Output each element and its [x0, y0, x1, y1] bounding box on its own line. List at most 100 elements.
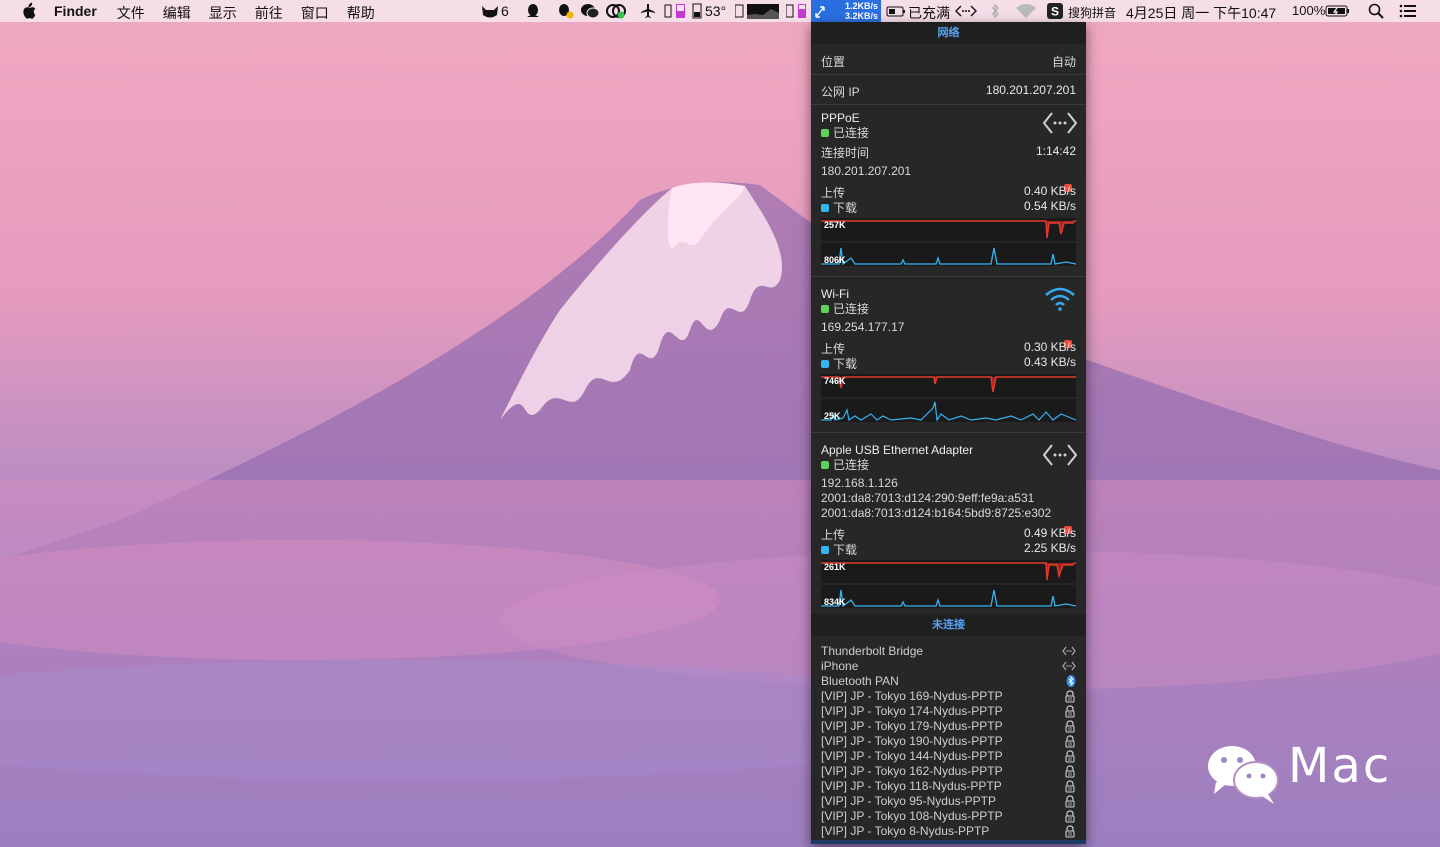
- download-row: 下载 0.43 KB/s: [821, 355, 1076, 372]
- disconnected-service-item[interactable]: [VIP] JP - Tokyo 95-Nydus-PPTP: [821, 794, 1076, 809]
- connected-dot: [821, 129, 829, 137]
- menu-file[interactable]: 文件: [117, 3, 145, 23]
- connection-time-row: 连接时间 1:14:42: [821, 144, 1076, 161]
- download-label: 下载: [833, 357, 858, 371]
- location-row[interactable]: 位置 自动: [821, 53, 1076, 70]
- download-value: 0.54 KB/s: [1023, 199, 1076, 213]
- upload-value: 0.30 KB/s: [1023, 340, 1076, 354]
- menu-bar: Finder 文件 编辑 显示 前往 窗口 帮助 6 53° 1.2KB/s 3…: [0, 0, 1440, 22]
- bluetooth-icon[interactable]: [990, 3, 1000, 19]
- graph-download-peak: 806K: [824, 255, 846, 265]
- battery-icon[interactable]: [1325, 3, 1351, 19]
- disconnected-service-item[interactable]: [VIP] JP - Tokyo 8-Nydus-PPTP: [821, 824, 1076, 839]
- disconnected-service-item[interactable]: Bluetooth PAN: [821, 674, 1076, 689]
- network-dropdown-panel: 网络 位置 自动 公网 IP 180.201.207.201 PPPoE 已连接…: [811, 22, 1086, 844]
- airplane-icon[interactable]: [640, 3, 656, 19]
- interface-ip: 169.254.177.17: [821, 320, 905, 334]
- cpu-memory-icon[interactable]: [664, 3, 688, 19]
- status-text: 已连接: [833, 126, 870, 140]
- battery-percent[interactable]: 100%: [1292, 3, 1325, 18]
- download-value: 2.25 KB/s: [1023, 541, 1076, 555]
- sync-app-icon[interactable]: [605, 3, 627, 19]
- graph-upload-peak: 257K: [824, 220, 846, 230]
- qq-message-icon[interactable]: [556, 3, 574, 19]
- disconnected-service-item[interactable]: [VIP] JP - Tokyo 144-Nydus-PPTP: [821, 749, 1076, 764]
- input-method-label[interactable]: 搜狗拼音: [1068, 4, 1116, 21]
- upload-value: 0.40 KB/s: [1023, 184, 1076, 198]
- service-name: [VIP] JP - Tokyo 95-Nydus-PPTP: [821, 794, 996, 808]
- cat-app-icon[interactable]: [480, 3, 500, 19]
- menu-window[interactable]: 窗口: [301, 3, 329, 23]
- service-name: [VIP] JP - Tokyo 144-Nydus-PPTP: [821, 749, 1003, 763]
- download-dot: [821, 204, 829, 212]
- interface-ip: 192.168.1.126: [821, 476, 898, 490]
- menu-view[interactable]: 显示: [209, 3, 237, 23]
- traffic-graph: 746K 25K: [821, 374, 1077, 422]
- ethernet-icon: [1043, 112, 1077, 134]
- wechat-icon[interactable]: [580, 3, 600, 19]
- service-name: Bluetooth PAN: [821, 674, 899, 688]
- network-arrows-icon: [815, 6, 825, 18]
- memory-bar-icon[interactable]: [786, 3, 808, 19]
- ethernet-icon: [1062, 660, 1076, 674]
- interface-status: 已连接: [821, 456, 1076, 473]
- divider: [811, 104, 1086, 105]
- wifi-icon: [1045, 287, 1075, 311]
- disconnected-service-item[interactable]: iPhone: [821, 659, 1076, 674]
- charge-status[interactable]: 已充满: [908, 3, 950, 23]
- cpu-temperature[interactable]: 53°: [705, 3, 726, 19]
- not-connected-title: 未连接: [811, 614, 1086, 636]
- service-name: [VIP] JP - Tokyo 169-Nydus-PPTP: [821, 689, 1003, 703]
- disconnected-service-item[interactable]: Thunderbolt Bridge: [821, 644, 1076, 659]
- download-row: 下载 2.25 KB/s: [821, 541, 1076, 558]
- download-value: 0.43 KB/s: [1023, 355, 1076, 369]
- location-label: 位置: [821, 55, 846, 69]
- clock[interactable]: 4月25日 周一 下午10:47: [1126, 3, 1276, 23]
- interface-ip: 180.201.207.201: [821, 164, 912, 178]
- menu-app-finder[interactable]: Finder: [54, 3, 97, 23]
- disconnected-service-item[interactable]: [VIP] JP - Tokyo 162-Nydus-PPTP: [821, 764, 1076, 779]
- status-text: 已连接: [833, 458, 870, 472]
- cpu-graph-icon[interactable]: [735, 3, 779, 19]
- graph-upload-peak: 261K: [824, 562, 846, 572]
- connected-dot: [821, 461, 829, 469]
- power-battery-icon[interactable]: [886, 3, 906, 19]
- wifi-icon[interactable]: [1015, 3, 1037, 19]
- network-speed-readout: 1.2KB/s 3.2KB/s: [836, 1, 878, 21]
- service-name: Thunderbolt Bridge: [821, 644, 924, 658]
- apple-menu-icon[interactable]: [20, 2, 36, 20]
- public-ip-row[interactable]: 公网 IP 180.201.207.201: [821, 83, 1076, 100]
- interface-name: Wi-Fi: [821, 287, 849, 301]
- service-name: [VIP] JP - Tokyo 118-Nydus-PPTP: [821, 779, 1002, 793]
- watermark-text: Mac: [1288, 738, 1392, 794]
- menu-go[interactable]: 前往: [255, 3, 283, 23]
- status-text: 已连接: [833, 302, 870, 316]
- disconnected-service-item[interactable]: [VIP] JP - Tokyo 118-Nydus-PPTP: [821, 779, 1076, 794]
- upload-speed-text: 1.2KB/s: [844, 1, 878, 11]
- qq-icon[interactable]: [525, 3, 541, 19]
- upload-value: 0.49 KB/s: [1023, 526, 1076, 540]
- svg-text:S: S: [1051, 5, 1059, 19]
- ethernet-icon[interactable]: [955, 3, 977, 19]
- upload-label: 上传: [821, 528, 846, 542]
- spotlight-search-icon[interactable]: [1368, 3, 1384, 19]
- menu-edit[interactable]: 编辑: [163, 3, 191, 23]
- sogou-input-icon[interactable]: S: [1047, 3, 1063, 19]
- public-ip-label: 公网 IP: [821, 85, 860, 99]
- disconnected-service-item[interactable]: [VIP] JP - Tokyo 174-Nydus-PPTP: [821, 704, 1076, 719]
- disconnected-service-item[interactable]: [VIP] JP - Tokyo 108-Nydus-PPTP: [821, 809, 1076, 824]
- upload-label: 上传: [821, 342, 846, 356]
- download-label: 下载: [833, 543, 858, 557]
- disconnected-service-item[interactable]: [VIP] JP - Tokyo 169-Nydus-PPTP: [821, 689, 1076, 704]
- service-name: iPhone: [821, 659, 859, 673]
- fan-sensor-icon[interactable]: [692, 3, 702, 19]
- service-name: [VIP] JP - Tokyo 108-Nydus-PPTP: [821, 809, 1003, 823]
- vpn-lock-icon: [1064, 825, 1076, 841]
- menu-help[interactable]: 帮助: [347, 3, 375, 23]
- interface-name: PPPoE: [821, 111, 860, 125]
- connected-dot: [821, 305, 829, 313]
- disconnected-service-item[interactable]: [VIP] JP - Tokyo 179-Nydus-PPTP: [821, 719, 1076, 734]
- disconnected-service-item[interactable]: [VIP] JP - Tokyo 190-Nydus-PPTP: [821, 734, 1076, 749]
- notification-center-icon[interactable]: [1399, 3, 1417, 19]
- panel-bottom-edge: [811, 840, 1086, 844]
